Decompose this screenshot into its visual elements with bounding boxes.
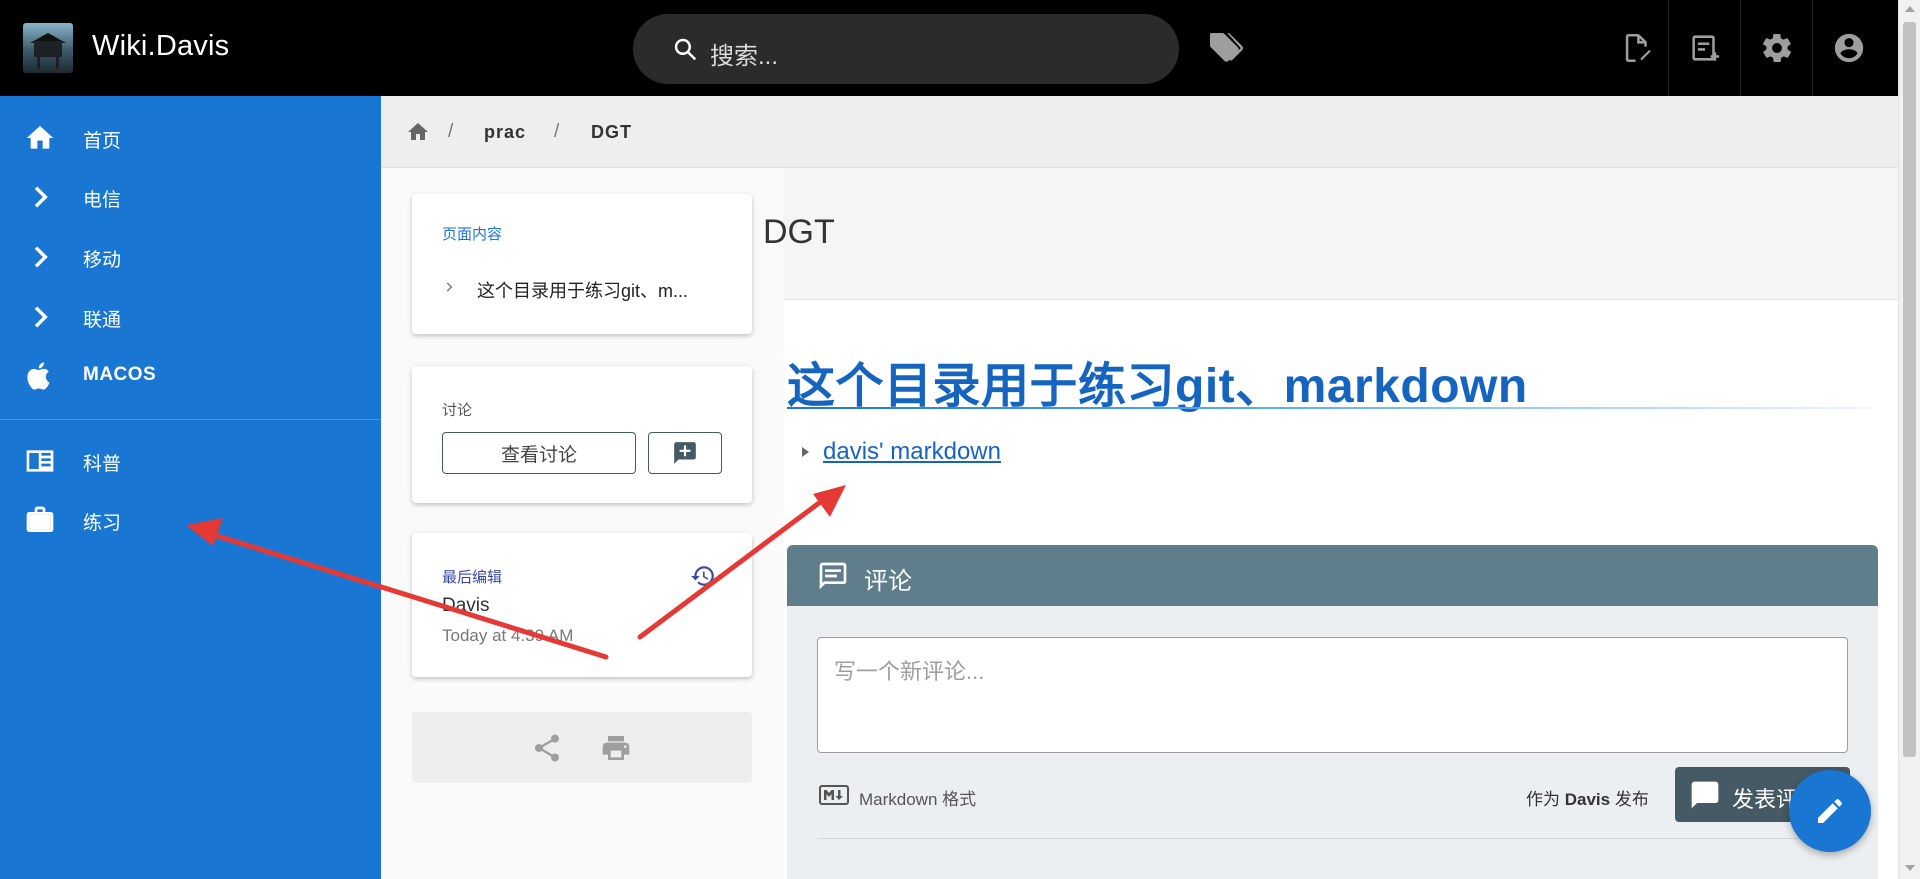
scroll-up-arrow[interactable] <box>1905 6 1915 12</box>
last-edit-card: 最后编辑 Davis Today at 4:39 AM <box>412 533 752 677</box>
home-icon <box>26 126 54 149</box>
scroll-down-arrow[interactable] <box>1905 865 1915 871</box>
sidebar-item-telecom[interactable]: 电信 <box>0 167 381 225</box>
breadcrumb-separator: / <box>554 121 560 142</box>
top-app-bar: Wiki.Davis 搜索... <box>0 0 1898 96</box>
comment-text-icon <box>819 562 847 590</box>
account-button[interactable] <box>1812 0 1884 96</box>
search-icon <box>674 38 697 61</box>
comments-header: 评论 <box>787 545 1878 606</box>
markdown-format-label: Markdown 格式 <box>859 790 977 809</box>
apple-icon <box>27 362 50 390</box>
pencil-icon <box>1818 799 1842 823</box>
breadcrumb: / prac / DGT <box>381 96 1898 168</box>
comment-placeholder: 写一个新评论... <box>834 659 985 684</box>
sidebar-item-home[interactable]: 首页 <box>0 108 381 166</box>
toc-item[interactable]: 这个目录用于练习git、m... <box>477 277 717 303</box>
breadcrumb-separator: / <box>448 121 454 142</box>
chevron-right-icon <box>446 282 453 292</box>
page-actions <box>412 712 752 783</box>
new-comment-button[interactable] <box>648 432 722 474</box>
file-edit-icon <box>1625 33 1651 63</box>
sidebar-item-macos[interactable]: MACOS <box>0 346 381 404</box>
sidebar-item-label: 科普 <box>83 454 122 475</box>
chevron-right-icon <box>34 246 48 268</box>
print-icon[interactable] <box>600 732 632 764</box>
content-heading: 这个目录用于练习git、markdown <box>787 360 1528 413</box>
sidebar-item-label: 移动 <box>83 250 122 271</box>
toc-card: 页面内容 这个目录用于练习git、m... <box>412 194 752 334</box>
sidebar-item-label: MACOS <box>83 364 157 385</box>
comment-plus-icon <box>674 442 696 464</box>
comments-title: 评论 <box>864 568 912 595</box>
last-edit-time: Today at 4:39 AM <box>442 626 574 645</box>
share-icon[interactable] <box>531 732 563 764</box>
comments-section: 评论 写一个新评论... Markdown 格式 作为 Davis 发布 发表评… <box>787 545 1878 879</box>
home-icon[interactable] <box>406 120 430 144</box>
last-edit-title: 最后编辑 <box>442 569 503 586</box>
admin-settings-button[interactable] <box>1740 0 1812 96</box>
heading-underline <box>787 407 1872 409</box>
comment-icon <box>1691 781 1719 809</box>
chevron-right-icon <box>34 306 48 328</box>
search-input[interactable]: 搜索... <box>710 36 778 71</box>
markdown-icon <box>819 785 849 805</box>
edit-fab-button[interactable] <box>1789 770 1871 852</box>
breadcrumb-item-prac[interactable]: prac <box>484 122 526 143</box>
briefcase-icon <box>26 506 54 532</box>
sidebar-item-label: 联通 <box>83 310 122 331</box>
chevron-right-icon <box>34 186 48 208</box>
newspaper-icon <box>26 450 54 472</box>
sidebar-item-label: 电信 <box>83 190 122 211</box>
discussion-card: 讨论 查看讨论 <box>412 366 752 503</box>
last-edit-author: Davis <box>442 595 490 616</box>
vertical-scrollbar[interactable] <box>1898 0 1920 879</box>
history-icon[interactable] <box>690 563 716 589</box>
site-title[interactable]: Wiki.Davis <box>92 30 229 63</box>
comment-textarea[interactable]: 写一个新评论... <box>817 637 1848 753</box>
tags-icon[interactable] <box>1207 30 1243 66</box>
view-discussion-button[interactable]: 查看讨论 <box>442 432 636 474</box>
edit-page-button[interactable] <box>1601 0 1673 96</box>
gear-icon <box>1762 33 1791 63</box>
page-header <box>783 168 1898 300</box>
sidebar-item-label: 练习 <box>83 513 122 534</box>
new-page-button[interactable] <box>1668 0 1740 96</box>
main-content: / prac / DGT DGT 页面内容 这个目录用于练习git、m... 讨… <box>381 96 1898 879</box>
discussion-title: 讨论 <box>442 402 473 419</box>
post-as-user: Davis <box>1564 790 1611 809</box>
sidebar-item-mobile[interactable]: 移动 <box>0 227 381 285</box>
sidebar-item-label: 首页 <box>83 131 122 152</box>
sidebar-divider <box>0 419 381 420</box>
comments-divider <box>817 838 1848 839</box>
sidebar-item-practice[interactable]: 练习 <box>0 490 381 548</box>
breadcrumb-item-dgt[interactable]: DGT <box>591 122 632 143</box>
sidebar-nav: 首页 电信 移动 联通 MACOS 科普 练习 <box>0 96 381 879</box>
post-as-label: 作为 Davis 发布 <box>1526 790 1649 809</box>
account-circle-icon <box>1834 33 1863 63</box>
search-bar[interactable]: 搜索... <box>633 14 1179 84</box>
toc-title: 页面内容 <box>442 226 503 243</box>
scrollbar-thumb[interactable] <box>1903 22 1916 757</box>
note-plus-icon <box>1691 35 1719 61</box>
markdown-link[interactable]: davis' markdown <box>823 438 1001 466</box>
site-logo[interactable] <box>23 23 73 73</box>
sidebar-item-unicom[interactable]: 联通 <box>0 287 381 345</box>
page-title: DGT <box>763 213 835 251</box>
list-bullet <box>802 447 809 457</box>
sidebar-item-science[interactable]: 科普 <box>0 431 381 489</box>
